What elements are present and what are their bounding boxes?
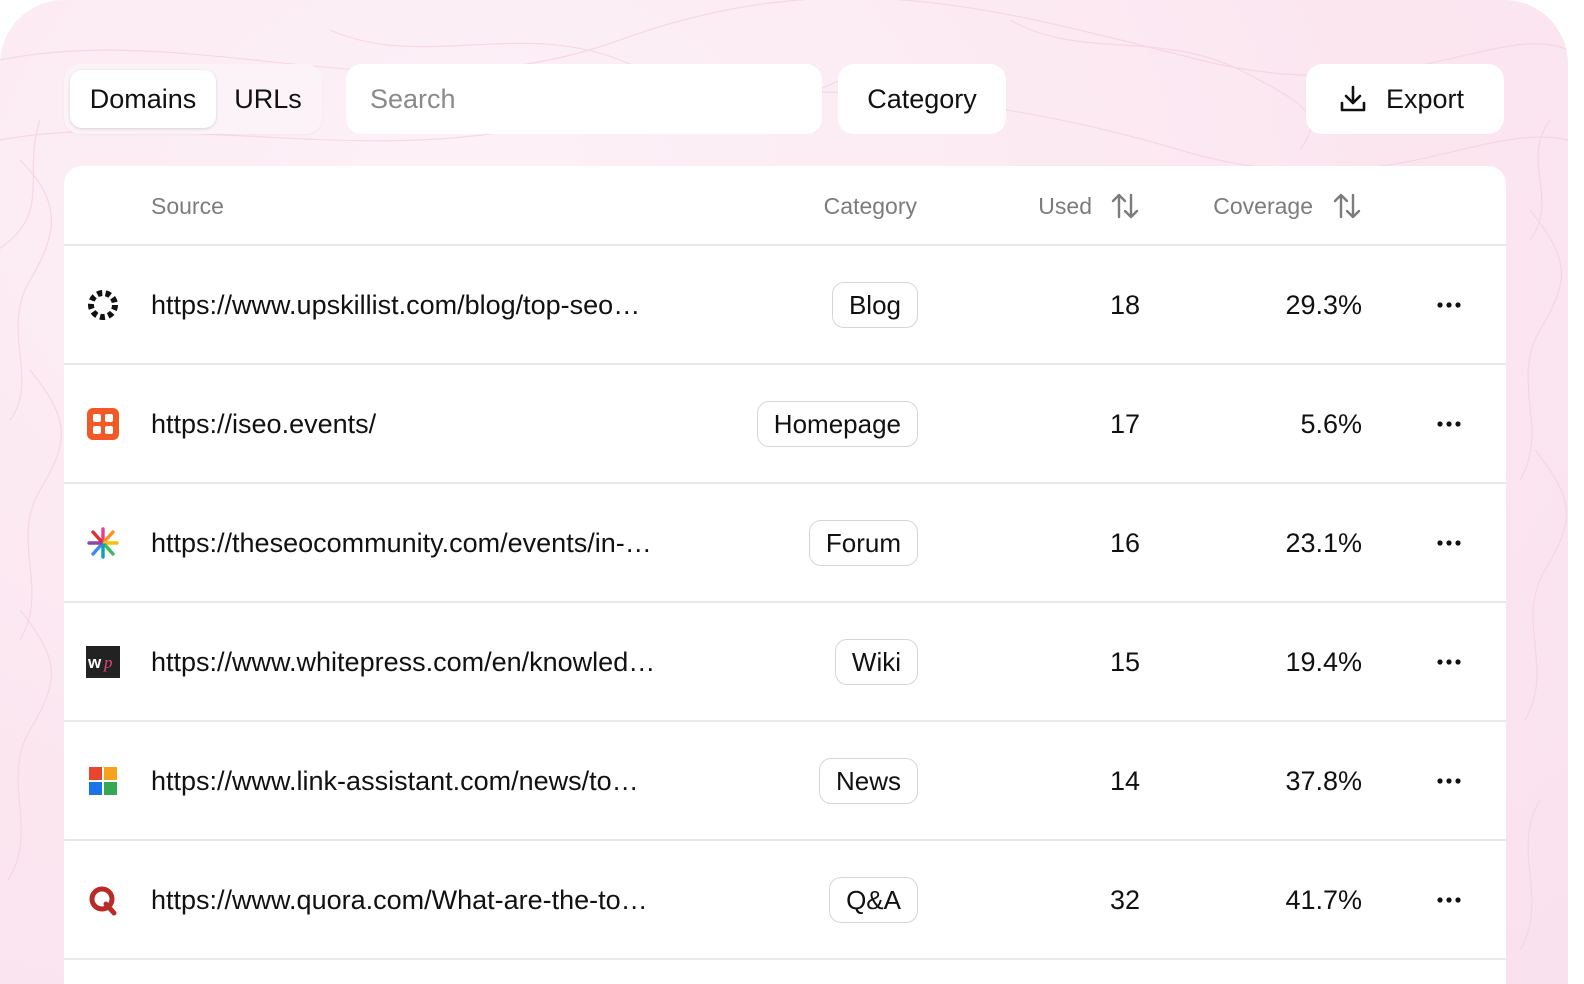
coverage-value: 29.3% <box>1285 290 1362 320</box>
quora-favicon-icon <box>89 886 117 916</box>
sort-used-icon[interactable] <box>1110 192 1140 220</box>
app-frame: Domains URLs Category Export Source Cate… <box>0 0 1568 984</box>
header-coverage[interactable]: Coverage <box>1213 166 1313 246</box>
search-input[interactable] <box>346 64 822 134</box>
more-options-icon[interactable] <box>1436 770 1462 792</box>
domains-tab[interactable]: Domains <box>70 70 216 128</box>
used-count: 18 <box>1109 290 1140 320</box>
coverage-value: 5.6% <box>1300 409 1362 439</box>
sources-table: Source Category Used Coverage https://ww… <box>64 166 1506 984</box>
category-badge[interactable]: Homepage <box>756 401 918 447</box>
more-options-icon[interactable] <box>1436 294 1462 316</box>
category-badge[interactable]: Blog <box>831 282 918 328</box>
export-label: Export <box>1386 84 1465 114</box>
svg-text:w: w <box>87 653 102 672</box>
table-header: Source Category Used Coverage <box>64 166 1506 246</box>
source-url[interactable]: https://www.quora.com/What-are-the-to… <box>151 841 648 960</box>
more-options-icon[interactable] <box>1436 413 1462 435</box>
table-row[interactable]: https://theseocommunity.com/events/in-… … <box>64 484 1506 603</box>
header-category: Category <box>823 193 917 219</box>
svg-text:p: p <box>103 653 113 672</box>
export-button[interactable]: Export <box>1306 64 1504 134</box>
source-url[interactable]: https://theseocommunity.com/events/in-… <box>151 484 652 603</box>
header-source: Source <box>151 193 224 219</box>
used-count: 15 <box>1109 647 1140 677</box>
link-assistant-favicon-icon <box>89 767 117 795</box>
coverage-value: 41.7% <box>1285 885 1362 915</box>
table-row[interactable]: https://www.link-assistant.com/news/to… … <box>64 722 1506 841</box>
source-url[interactable]: https://www.whitepress.com/en/knowled… <box>151 603 655 722</box>
table-row[interactable]: https://www.upskillist.com/blog/top-seo…… <box>64 246 1506 365</box>
used-count: 14 <box>1109 766 1140 796</box>
table-row[interactable]: https://iseo.events/ Homepage 17 5.6% <box>64 365 1506 484</box>
category-badge[interactable]: Wiki <box>834 639 918 685</box>
source-url[interactable]: https://www.link-assistant.com/news/to… <box>151 722 639 841</box>
theseocommunity-favicon-icon <box>87 527 119 559</box>
iseo-favicon-icon <box>87 408 119 440</box>
used-count: 32 <box>1109 885 1140 915</box>
upskillist-favicon-icon <box>88 290 118 320</box>
header-used[interactable]: Used <box>1038 166 1092 246</box>
more-options-icon[interactable] <box>1436 889 1462 911</box>
view-toggle: Domains URLs <box>64 64 322 134</box>
category-badge[interactable]: News <box>818 758 918 804</box>
whitepress-favicon-icon: w p <box>86 646 120 678</box>
table-row[interactable]: https://www.quora.com/What-are-the-to… Q… <box>64 841 1506 960</box>
coverage-value: 19.4% <box>1285 647 1362 677</box>
source-url[interactable]: https://iseo.events/ <box>151 365 376 484</box>
coverage-value: 23.1% <box>1285 528 1362 558</box>
category-filter-button[interactable]: Category <box>838 64 1006 134</box>
used-count: 17 <box>1109 409 1140 439</box>
sort-coverage-icon[interactable] <box>1332 192 1362 220</box>
more-options-icon[interactable] <box>1436 651 1462 673</box>
category-badge[interactable]: Q&A <box>829 877 918 923</box>
used-count: 16 <box>1109 528 1140 558</box>
table-row[interactable]: w p https://www.whitepress.com/en/knowle… <box>64 603 1506 722</box>
category-badge[interactable]: Forum <box>808 520 918 566</box>
coverage-value: 37.8% <box>1285 766 1362 796</box>
more-options-icon[interactable] <box>1436 532 1462 554</box>
source-url[interactable]: https://www.upskillist.com/blog/top-seo… <box>151 246 640 365</box>
urls-tab[interactable]: URLs <box>220 70 316 128</box>
download-icon <box>1340 85 1366 112</box>
